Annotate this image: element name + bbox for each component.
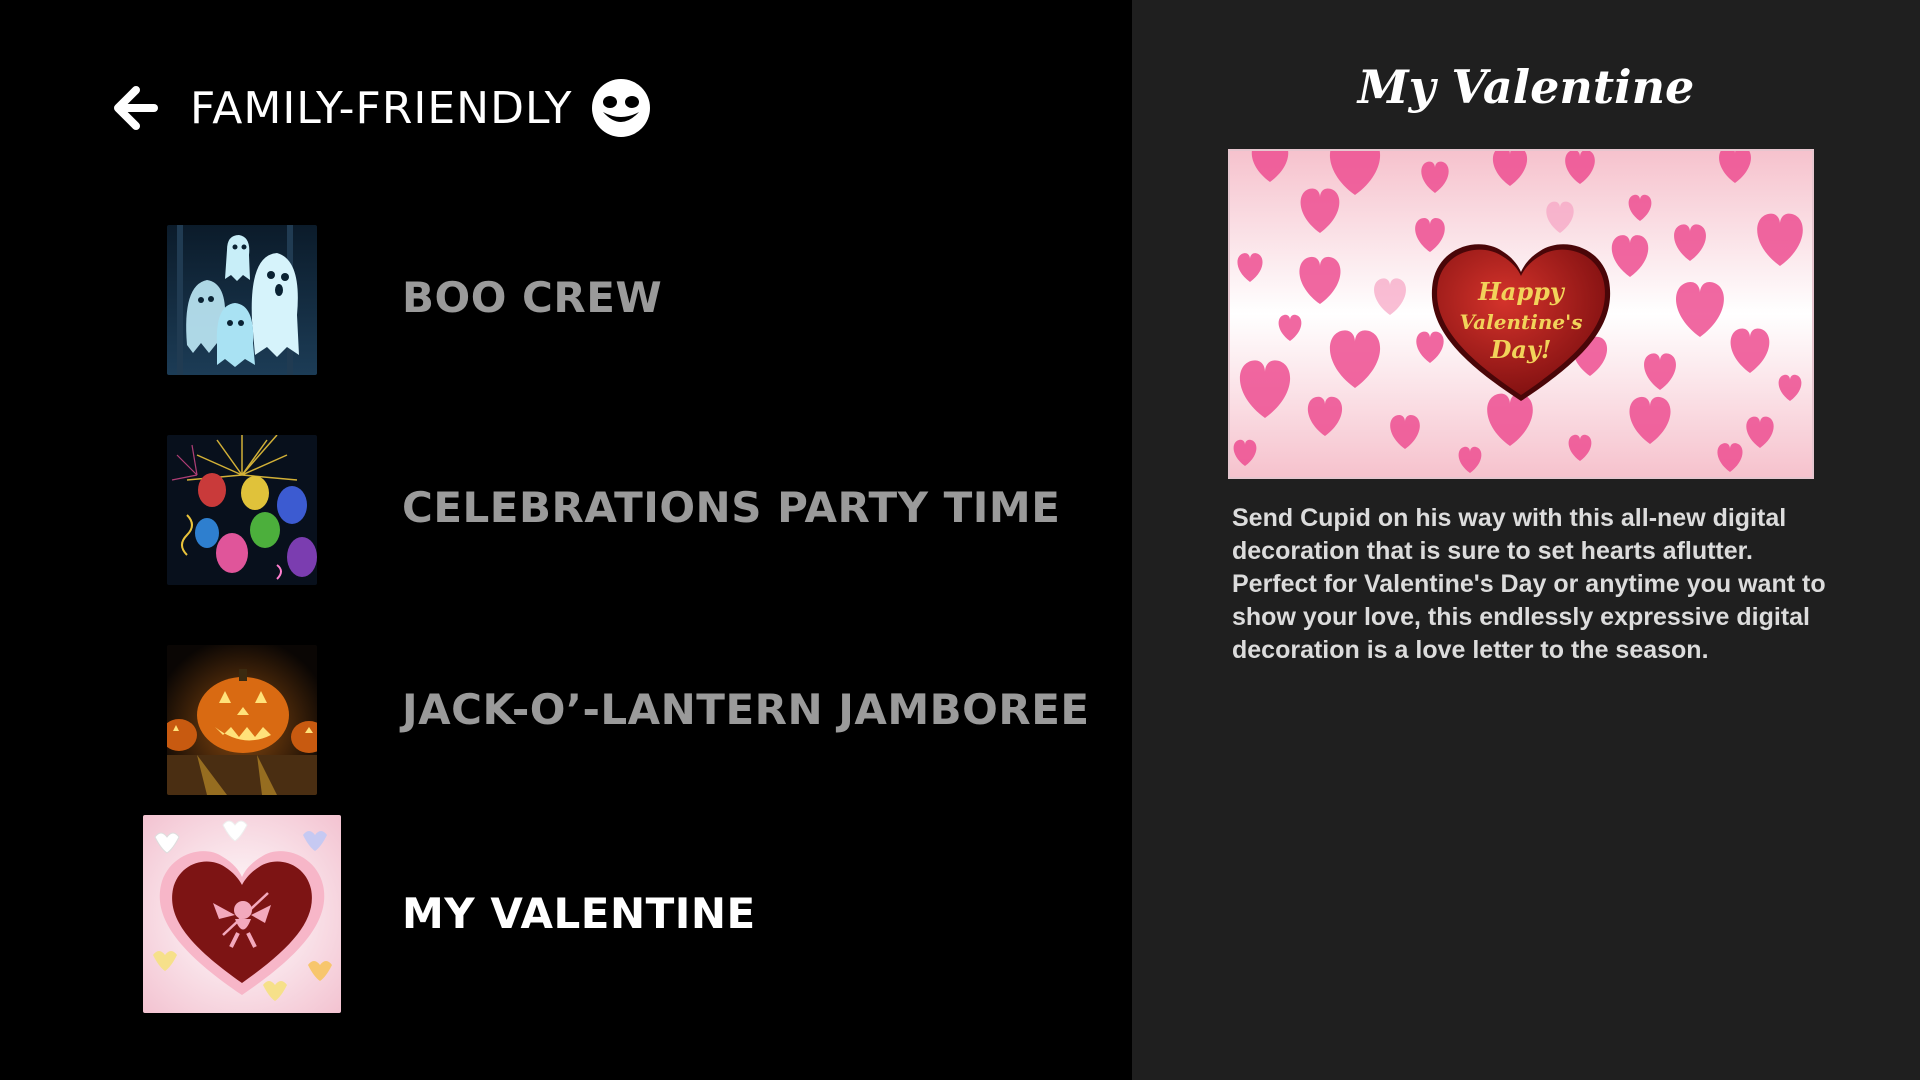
header: FAMILY-FRIENDLY bbox=[112, 78, 651, 138]
arrow-left-icon bbox=[114, 86, 158, 130]
list-item-jack-o-lantern-jamboree[interactable]: JACK-O’-LANTERN JAMBOREE bbox=[0, 645, 1132, 795]
list-item-label: CELEBRATIONS PARTY TIME bbox=[402, 483, 1061, 532]
list-item-boo-crew[interactable]: BOO CREW bbox=[0, 225, 1132, 375]
hero-preview-image: Happy Valentine's Day! bbox=[1228, 149, 1814, 479]
list-item-label: BOO CREW bbox=[402, 273, 663, 322]
detail-pane: My Valentine Happy Valentine's Day! Send… bbox=[1132, 0, 1920, 1080]
list-item-label: JACK-O’-LANTERN JAMBOREE bbox=[402, 685, 1090, 734]
smiley-face-icon bbox=[591, 79, 650, 137]
detail-title: My Valentine bbox=[1357, 60, 1695, 114]
list-item-celebrations-party-time[interactable]: CELEBRATIONS PARTY TIME bbox=[0, 435, 1132, 585]
jack-o-lantern-thumbnail bbox=[167, 645, 317, 795]
back-button[interactable] bbox=[112, 84, 160, 132]
hero-text-day: Day! bbox=[1490, 335, 1552, 364]
hero-text-happy: Happy bbox=[1477, 277, 1566, 306]
ghosts-thumbnail bbox=[167, 225, 317, 375]
list-item-my-valentine[interactable]: MY VALENTINE bbox=[0, 815, 1132, 1015]
list-item-label: MY VALENTINE bbox=[402, 889, 756, 938]
hero-text-valentines: Valentine's bbox=[1460, 310, 1583, 334]
page-title: FAMILY-FRIENDLY bbox=[190, 82, 573, 134]
category-list-pane: FAMILY-FRIENDLY BOO CREW CELEBRATIONS PA… bbox=[0, 0, 1132, 1080]
balloons-thumbnail bbox=[167, 435, 317, 585]
valentine-thumbnail bbox=[143, 815, 341, 1013]
theme-description: Send Cupid on his way with this all-new … bbox=[1232, 504, 1826, 664]
